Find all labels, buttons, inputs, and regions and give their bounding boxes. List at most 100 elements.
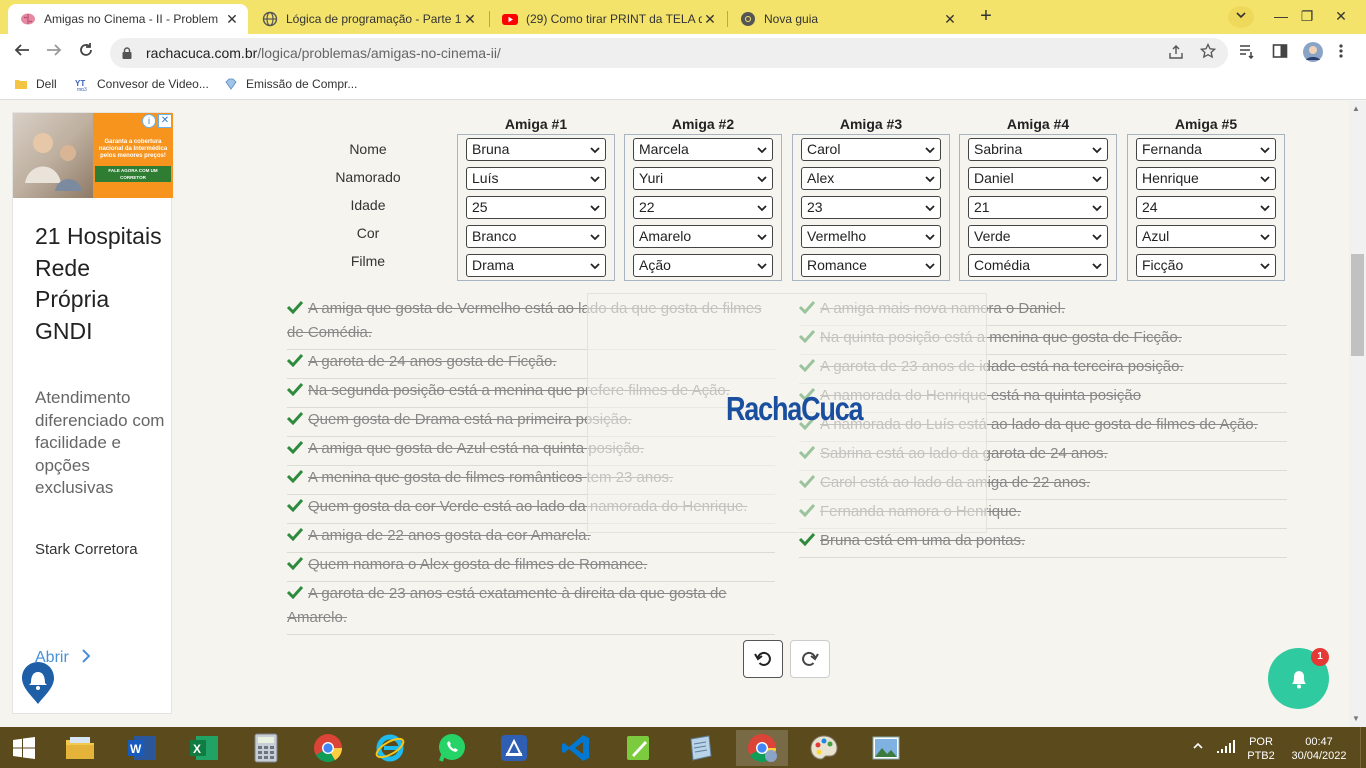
chevron-down-icon — [757, 205, 767, 212]
show-hidden-icons-icon[interactable] — [1192, 740, 1204, 754]
tab-youtube-print[interactable]: (29) Como tirar PRINT da TELA d ✕ — [490, 4, 726, 34]
chrome-active-window-icon[interactable] — [736, 730, 788, 766]
menu-kebab-icon[interactable] — [1338, 43, 1344, 63]
bookmark-star-icon[interactable] — [1199, 42, 1217, 63]
amiga-1-cor-select[interactable]: Branco — [466, 225, 606, 248]
amiga-5-idade-select[interactable]: 24 — [1136, 196, 1276, 219]
amiga-2-cor-select[interactable]: Amarelo — [633, 225, 773, 248]
ad-notification-bell-icon[interactable] — [20, 661, 56, 705]
clock-time: 00:47 — [1305, 736, 1333, 748]
back-arrow-icon[interactable] — [8, 39, 36, 67]
rachacuca-logo: RachaCuca — [726, 390, 864, 428]
scroll-down-icon[interactable]: ▼ — [1352, 714, 1360, 723]
clue-item[interactable]: Quem namora o Alex gosta de filmes de Ro… — [287, 553, 775, 582]
input-language-indicator[interactable]: POR PTB2 — [1244, 735, 1278, 763]
clue-text: A garota de 24 anos gosta de Ficção. — [308, 353, 557, 370]
clue-item[interactable]: A garota de 23 anos está exatamente à di… — [287, 582, 775, 635]
select-value: Azul — [1142, 228, 1170, 244]
forward-arrow-icon[interactable] — [40, 39, 68, 67]
clock[interactable]: 00:47 30/04/2022 — [1284, 735, 1354, 763]
close-tab-icon[interactable]: ✕ — [462, 11, 478, 28]
redo-icon — [802, 651, 819, 666]
amiga-5-nome-select[interactable]: Fernanda — [1136, 138, 1276, 161]
close-window-button[interactable]: ✕ — [1318, 0, 1364, 34]
amiga-1-nome-select[interactable]: Bruna — [466, 138, 606, 161]
scrollbar[interactable] — [1349, 101, 1366, 727]
redo-button[interactable] — [790, 640, 830, 678]
bookmarks-bar: Dell YT mp3 Convesor de Video... Emissão … — [0, 72, 1366, 100]
bookmark-convesor-video[interactable]: YT mp3 Convesor de Video... — [75, 77, 209, 93]
select-value: Sabrina — [974, 141, 1023, 157]
amiga-2-idade-select[interactable]: 22 — [633, 196, 773, 219]
amiga-1-idade-select[interactable]: 25 — [466, 196, 606, 219]
amiga-5-filme-select[interactable]: Ficção — [1136, 254, 1276, 277]
show-desktop-button[interactable] — [1360, 727, 1366, 768]
amiga-5-column: Fernanda Henrique 24 Azul Ficção — [1127, 134, 1285, 281]
excel-icon[interactable]: X — [178, 730, 230, 766]
notes-icon[interactable] — [674, 730, 726, 766]
windows-start-icon[interactable] — [0, 730, 48, 766]
whatsapp-icon[interactable] — [426, 730, 478, 766]
new-tab-button[interactable]: + — [972, 5, 1000, 29]
notepad-plus-icon[interactable] — [612, 730, 664, 766]
tab-nova-guia[interactable]: Nova guia ✕ — [728, 4, 966, 34]
word-icon[interactable]: W — [116, 730, 168, 766]
address-bar[interactable]: rachacuca.com.br/logica/problemas/amigas… — [110, 38, 1228, 68]
photos-icon[interactable] — [860, 730, 912, 766]
reload-icon[interactable] — [72, 39, 100, 67]
undo-button[interactable] — [743, 640, 783, 678]
bookmark-dell[interactable]: Dell — [14, 77, 57, 91]
close-tab-icon[interactable]: ✕ — [224, 11, 240, 28]
ad-banner[interactable]: Garanta a cobertura nacional da Interméd… — [13, 113, 173, 198]
amiga-4-namorado-select[interactable]: Daniel — [968, 167, 1108, 190]
network-signal-icon[interactable] — [1216, 740, 1236, 758]
check-icon — [287, 382, 303, 396]
paint-icon[interactable] — [798, 730, 850, 766]
close-tab-icon[interactable]: ✕ — [702, 11, 718, 28]
tab-amigas-no-cinema[interactable]: Amigas no Cinema - II - Problem ✕ — [8, 4, 248, 34]
amiga-3-nome-select[interactable]: Carol — [801, 138, 941, 161]
amiga-1-namorado-select[interactable]: Luís — [466, 167, 606, 190]
close-tab-icon[interactable]: ✕ — [942, 11, 958, 28]
amiga-4-nome-select[interactable]: Sabrina — [968, 138, 1108, 161]
amiga-1-filme-select[interactable]: Drama — [466, 254, 606, 277]
amiga-4-idade-select[interactable]: 21 — [968, 196, 1108, 219]
calculator-icon[interactable] — [240, 730, 292, 766]
amiga-3-cor-select[interactable]: Vermelho — [801, 225, 941, 248]
clue-item[interactable]: Bruna está em uma da pontas. — [799, 529, 1287, 558]
side-panel-icon[interactable] — [1272, 43, 1288, 63]
folder-icon — [14, 77, 28, 91]
amiga-2-nome-select[interactable]: Marcela — [633, 138, 773, 161]
tab-logica-programacao[interactable]: Lógica de programação - Parte 1 ✕ — [250, 4, 486, 34]
sidebar-ad[interactable]: Garanta a cobertura nacional da Interméd… — [12, 112, 173, 714]
ad-banner-text: Garanta a cobertura nacional da Interméd… — [98, 139, 168, 159]
snipping-tool-icon[interactable] — [488, 730, 540, 766]
ad-close-icon[interactable]: ✕ — [158, 114, 172, 128]
avatar[interactable] — [1303, 42, 1323, 66]
bookmark-emissao-comprovante[interactable]: Emissão de Compr... — [224, 77, 357, 91]
amiga-3-idade-select[interactable]: 23 — [801, 196, 941, 219]
lock-icon[interactable] — [122, 47, 132, 59]
amiga-4-cor-select[interactable]: Verde — [968, 225, 1108, 248]
ad-info-icon[interactable]: i — [142, 114, 156, 128]
tab-search-button[interactable] — [1228, 6, 1254, 28]
vscode-icon[interactable] — [550, 730, 602, 766]
amiga-3-filme-select[interactable]: Romance — [801, 254, 941, 277]
chrome-taskbar-icon[interactable] — [302, 730, 354, 766]
share-icon[interactable] — [1168, 44, 1184, 64]
clue-text: A garota de 23 anos está exatamente à di… — [287, 585, 727, 626]
clue-text: Bruna está em uma da pontas. — [820, 532, 1026, 549]
amiga-5-namorado-select[interactable]: Henrique — [1136, 167, 1276, 190]
scroll-up-icon[interactable]: ▲ — [1352, 104, 1360, 113]
amiga-2-filme-select[interactable]: Ação — [633, 254, 773, 277]
reading-list-icon[interactable] — [1239, 43, 1255, 63]
amiga-2-namorado-select[interactable]: Yuri — [633, 167, 773, 190]
diamond-icon — [224, 77, 238, 91]
scrollbar-thumb[interactable] — [1351, 254, 1364, 356]
file-explorer-icon[interactable] — [54, 730, 106, 766]
amiga-4-filme-select[interactable]: Comédia — [968, 254, 1108, 277]
chevron-down-icon — [1092, 205, 1102, 212]
internet-explorer-icon[interactable] — [364, 730, 416, 766]
amiga-5-cor-select[interactable]: Azul — [1136, 225, 1276, 248]
amiga-3-namorado-select[interactable]: Alex — [801, 167, 941, 190]
